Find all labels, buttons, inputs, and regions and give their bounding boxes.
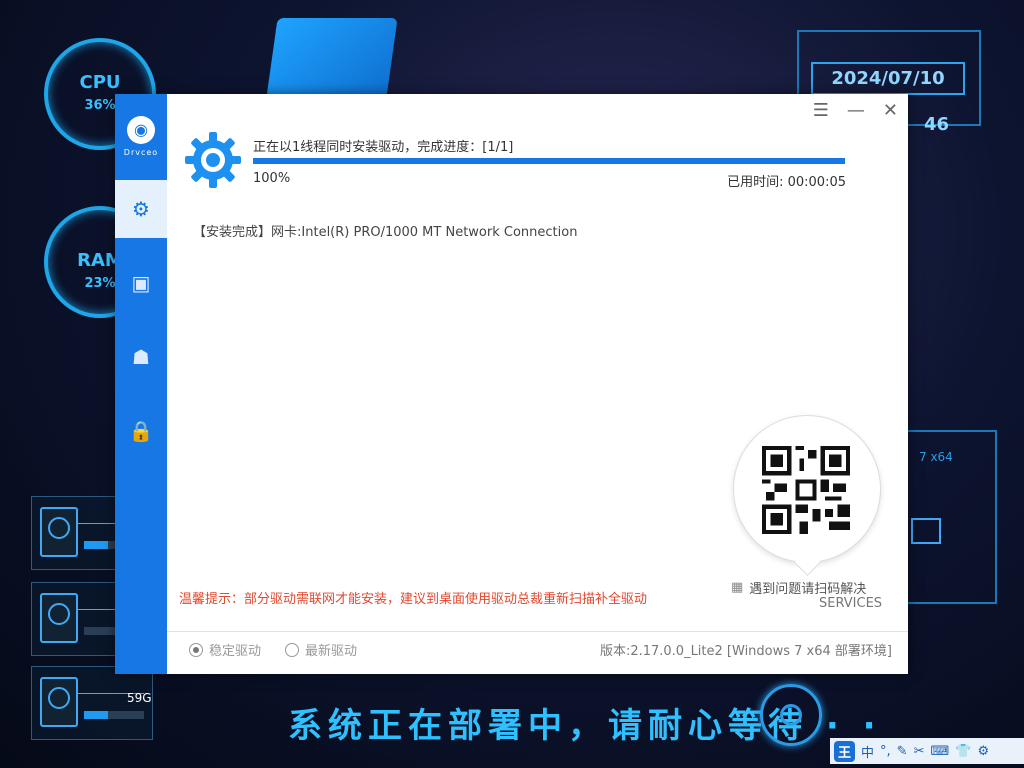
radio-selected-icon xyxy=(189,642,203,657)
sidebar: ◉ Drvceo ⚙ ▣ ☗ 🔒 xyxy=(115,94,167,674)
app-logo-text: Drvceo xyxy=(123,148,159,157)
radio-stable-label: 稳定驱动 xyxy=(209,644,262,659)
lock-icon: 🔒 xyxy=(128,419,154,443)
qr-small-icon: ▦ xyxy=(731,580,744,595)
driver-install-window: ◉ Drvceo ⚙ ▣ ☗ 🔒 ☰ — ✕ 正在以1线程同时安装驱动，完成进度… xyxy=(115,94,908,674)
menu-icon[interactable]: ☰ xyxy=(813,100,829,121)
install-status-text: 正在以1线程同时安装驱动，完成进度：[1/1] xyxy=(253,140,514,155)
ime-settings-icon[interactable]: ⚙ xyxy=(977,744,989,759)
hdd-icon xyxy=(40,507,78,557)
radio-latest-driver[interactable]: 最新驱动 xyxy=(285,640,357,659)
sidebar-item-install[interactable]: ⚙ xyxy=(115,180,167,238)
log-status-tag: 【安装完成】 xyxy=(193,225,272,240)
sidebar-item-toolbox[interactable]: ▣ xyxy=(115,254,167,312)
ime-toolbar: 王 中 °, ✎ ✂ ⌨ 👕 ⚙ xyxy=(830,738,1024,764)
ime-skin-icon[interactable]: 👕 xyxy=(955,744,971,759)
emblem-icon xyxy=(760,684,822,746)
sidebar-item-lock[interactable]: 🔒 xyxy=(115,402,167,460)
ime-keyboard-icon[interactable]: ⌨ xyxy=(930,744,949,759)
ime-screenshot-icon[interactable]: ✂ xyxy=(914,744,925,759)
app-logo-icon: ◉ xyxy=(127,116,155,144)
ime-punctuation-button[interactable]: °, xyxy=(880,744,891,759)
os-label: 7 x64 xyxy=(919,450,953,464)
os-panel: 7 x64 xyxy=(905,430,997,604)
divider xyxy=(167,631,908,632)
elapsed-time: 已用时间: 00:00:05 xyxy=(727,175,846,190)
windows-logo-wallpaper xyxy=(266,18,398,98)
radio-stable-driver[interactable]: 稳定驱动 xyxy=(189,640,261,659)
minimize-icon[interactable]: — xyxy=(847,100,865,121)
hdd-icon xyxy=(40,593,78,643)
gear-icon xyxy=(185,132,241,188)
disk-size: 59G xyxy=(127,691,152,705)
warm-tip: 温馨提示：部分驱动需联网才能安装，建议到桌面使用驱动总裁重新扫描补全驱动 xyxy=(179,592,648,607)
ime-handwrite-icon[interactable]: ✎ xyxy=(897,744,908,759)
install-log-entry: 【安装完成】网卡:Intel(R) PRO/1000 MT Network Co… xyxy=(193,221,577,240)
hdd-icon xyxy=(40,677,78,727)
cpu-label: CPU xyxy=(79,72,121,93)
qr-bubble xyxy=(733,415,881,563)
close-icon[interactable]: ✕ xyxy=(883,100,898,121)
gear-icon: ⚙ xyxy=(132,197,150,221)
ime-logo-icon[interactable]: 王 xyxy=(834,740,856,762)
sidebar-item-user[interactable]: ☗ xyxy=(115,328,167,386)
ime-chinese-button[interactable]: 中 xyxy=(861,742,874,761)
version-text: 版本:2.17.0.0_Lite2 [Windows 7 x64 部署环境] xyxy=(599,644,892,659)
progress-percent: 100% xyxy=(253,171,291,186)
app-logo: ◉ Drvceo xyxy=(115,116,167,157)
disk-widget-3: 59G xyxy=(31,666,153,740)
monitor-icon xyxy=(911,518,941,544)
qr-code-icon xyxy=(762,446,850,534)
toolbox-icon: ▣ xyxy=(131,271,151,295)
progress-fill xyxy=(253,158,845,164)
window-controls: ☰ — ✕ xyxy=(813,100,898,121)
user-icon: ☗ xyxy=(132,345,150,369)
services-hint-text: 遇到问题请扫码解决 xyxy=(749,582,867,597)
log-device-text: 网卡:Intel(R) PRO/1000 MT Network Connecti… xyxy=(271,225,578,240)
install-progress-bar xyxy=(253,158,845,164)
services-label: SERVICES xyxy=(819,596,883,611)
time-fragment: 46 xyxy=(924,114,950,135)
date-text: 2024/07/10 xyxy=(811,62,965,95)
radio-latest-label: 最新驱动 xyxy=(305,644,358,659)
radio-unselected-icon xyxy=(285,642,299,657)
services-hint: ▦ 遇到问题请扫码解决 xyxy=(731,578,866,597)
